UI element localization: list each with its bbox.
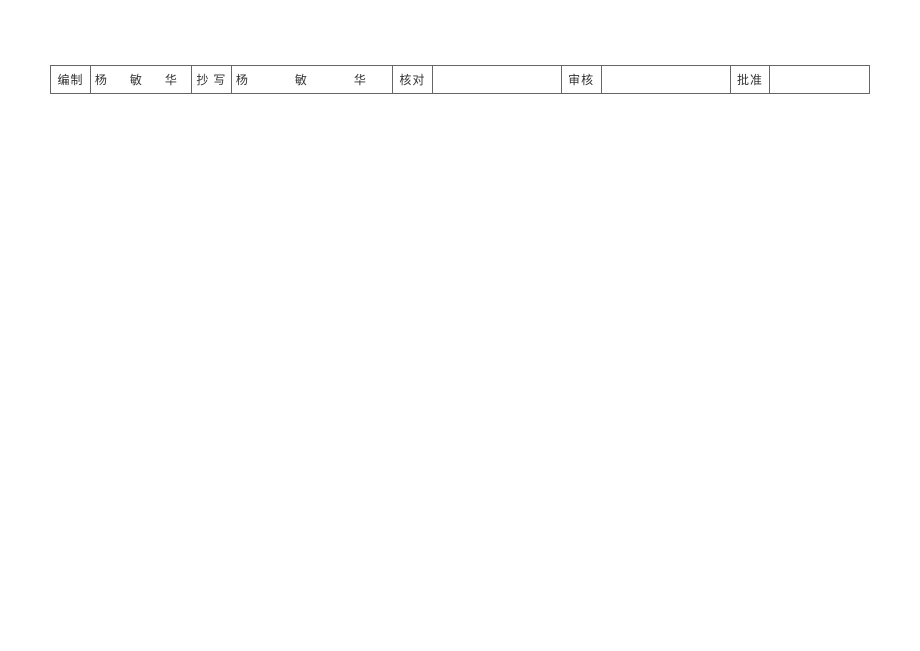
compile-name: 杨 敏 华	[90, 66, 191, 94]
copy-label: 抄 写	[191, 66, 231, 94]
copy-name: 杨 敏 华	[231, 66, 392, 94]
review-label: 审核	[561, 66, 601, 94]
approve-name	[770, 66, 870, 94]
check-label: 核对	[392, 66, 432, 94]
signature-table: 编制 杨 敏 华 抄 写 杨 敏 华 核对 审核 批准	[50, 65, 870, 94]
review-name	[601, 66, 730, 94]
compile-label: 编制	[51, 66, 91, 94]
check-name	[432, 66, 561, 94]
signature-row: 编制 杨 敏 华 抄 写 杨 敏 华 核对 审核 批准	[51, 66, 870, 94]
approve-label: 批准	[730, 66, 770, 94]
